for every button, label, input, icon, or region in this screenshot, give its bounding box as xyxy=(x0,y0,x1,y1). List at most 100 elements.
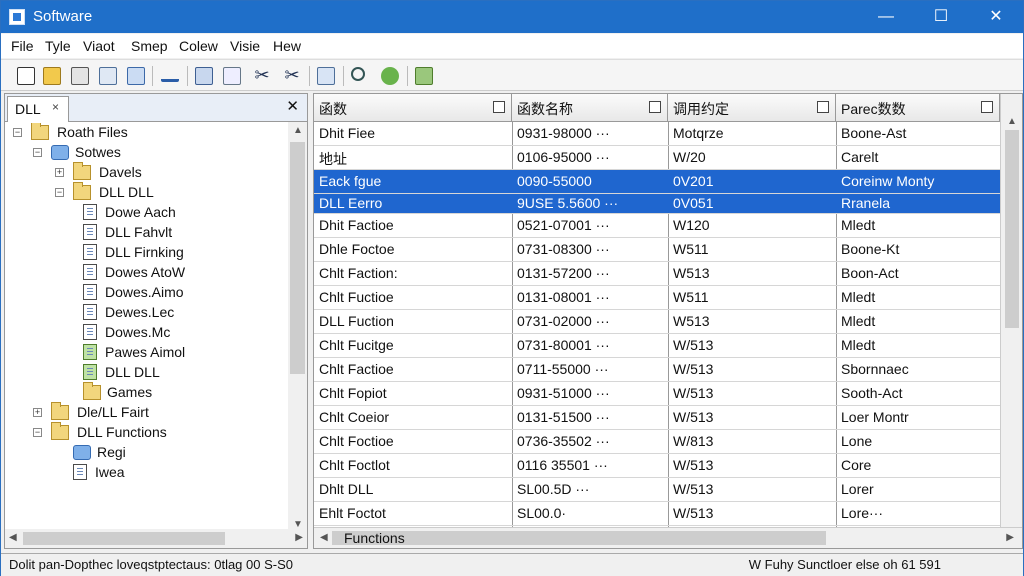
save-icon[interactable] xyxy=(71,67,89,85)
column-menu-icon[interactable] xyxy=(493,101,505,113)
tab-strip: DLL × ✕ xyxy=(5,94,307,122)
menu-visie[interactable]: Visie xyxy=(230,38,260,54)
table-cell: Lorer xyxy=(841,481,874,497)
file-tree[interactable]: − Roath Files − Sotwes + Davels − DLL DLL Do… xyxy=(5,123,288,531)
scroll-thumb[interactable] xyxy=(290,142,305,374)
scroll-left-icon[interactable]: ◀ xyxy=(9,532,17,543)
menu-tyle[interactable]: Tyle xyxy=(45,38,71,54)
open-folder-icon[interactable] xyxy=(43,67,61,85)
column-header-function-name[interactable]: 函数名称 xyxy=(512,94,668,122)
table-row[interactable]: 地址 0106-95000 ··· W/20 Carelt xyxy=(314,146,1000,170)
scroll-left-icon[interactable]: ◀ xyxy=(320,532,328,543)
table-cell: W/813 xyxy=(673,433,714,449)
monitor-icon[interactable] xyxy=(195,67,213,85)
document-icon[interactable] xyxy=(127,67,145,85)
menu-hew[interactable]: Hew xyxy=(273,38,301,54)
column-menu-icon[interactable] xyxy=(981,101,993,113)
expander-icon[interactable]: − xyxy=(55,188,64,197)
table-vertical-scrollbar[interactable]: ▲ xyxy=(1000,94,1022,528)
tree-horizontal-scrollbar[interactable]: ◀ ▶ xyxy=(5,529,307,548)
table-row[interactable]: Dhit Fiee 0931-98000 ··· Motqrze Boone-Ast xyxy=(314,122,1000,146)
tree-vertical-scrollbar[interactable]: ▲ ▼ xyxy=(288,122,307,532)
scroll-up-icon[interactable]: ▲ xyxy=(293,125,303,136)
search-icon[interactable] xyxy=(351,67,365,81)
menu-smep[interactable]: Smep xyxy=(131,38,168,54)
tree-node-label: Dewes.Lec xyxy=(105,304,175,320)
pane-close-icon[interactable]: ✕ xyxy=(286,97,299,115)
refresh-icon[interactable] xyxy=(381,67,399,85)
table-cell: 0931-51000 ··· xyxy=(517,385,610,401)
maximize-button[interactable]: ☐ xyxy=(918,1,964,33)
tree-node-label: Dowes.Mc xyxy=(105,324,171,340)
expander-icon[interactable]: − xyxy=(13,128,22,137)
table-row[interactable]: Chlt Faction: 0131-57200 ··· W513 Boon-Act xyxy=(314,262,1000,286)
table-cell: Rranela xyxy=(841,195,891,211)
table-cell: W513 xyxy=(673,265,710,281)
properties-icon[interactable] xyxy=(99,67,117,85)
column-header-calling-convention[interactable]: 调用约定 xyxy=(668,94,836,122)
table-cell: W/513 xyxy=(673,505,714,521)
table-row[interactable]: DLL Fuction 0731-02000 ··· W513 Mledt xyxy=(314,310,1000,334)
chart-icon[interactable] xyxy=(161,67,179,82)
functions-table[interactable]: 函数 函数名称 调用约定 Parec数数 Dhit Fiee 0931-98000… xyxy=(314,94,1000,528)
table-row[interactable]: Chlt Fucitge 0731-80001 ··· W/513 Mledt xyxy=(314,334,1000,358)
table-row[interactable]: Chlt Foctlot 0116 35501 ··· W/513 Core xyxy=(314,454,1000,478)
table-row[interactable]: Dhlt DLL SL00.5D ··· W/513 Lorer xyxy=(314,478,1000,502)
tree-node-label: DLL Fahvlt xyxy=(105,224,173,240)
new-document-icon[interactable] xyxy=(17,67,35,85)
table-row[interactable]: Chlt Fopiot 0931-51000 ··· W/513 Sooth-Act xyxy=(314,382,1000,406)
table-row[interactable]: Dhit Factioe 0521-07001 ··· W120 Mledt xyxy=(314,214,1000,238)
graph-icon[interactable] xyxy=(223,67,241,85)
menu-file[interactable]: File xyxy=(11,38,34,54)
title-bar[interactable]: Software — ☐ ✕ xyxy=(1,1,1023,33)
table-cell: Dhle Foctoe xyxy=(319,241,395,257)
close-button[interactable]: ✕ xyxy=(973,1,1019,33)
scroll-right-icon[interactable]: ▶ xyxy=(295,532,303,543)
table-cell: 0711-55000 ··· xyxy=(517,361,609,377)
column-menu-icon[interactable] xyxy=(649,101,661,113)
table-cell: Chlt Fucitge xyxy=(319,337,394,353)
tab-dll[interactable]: DLL × xyxy=(7,96,69,122)
table-row[interactable]: Dhle Foctoe 0731-08300 ··· W511 Boone-Kt xyxy=(314,238,1000,262)
document-icon xyxy=(83,244,97,260)
table-row[interactable]: DLL Eerro 9USE 5.5600 ··· 0V051 Rranela xyxy=(314,194,1000,214)
column-header-function[interactable]: 函数 xyxy=(314,94,512,122)
expander-icon[interactable]: − xyxy=(33,428,42,437)
table-horizontal-scrollbar[interactable]: ◀ Functions ▶ xyxy=(314,527,1022,548)
column-menu-icon[interactable] xyxy=(817,101,829,113)
table-row[interactable]: Chlt Foctioe 0736-35502 ··· W/813 Lone xyxy=(314,430,1000,454)
column-title: 函数 xyxy=(319,101,347,117)
scroll-thumb[interactable] xyxy=(23,532,225,545)
table-row[interactable]: Eack fgue 0090-55000 0V201 Coreinw Monty xyxy=(314,170,1000,194)
table-row[interactable]: Chlt Coeior 0131-51500 ··· W/513 Loer Montr xyxy=(314,406,1000,430)
table-cell: Motqrze xyxy=(673,125,724,141)
table-cell: Sooth-Act xyxy=(841,385,903,401)
minimize-button[interactable]: — xyxy=(863,1,909,33)
expander-icon[interactable]: + xyxy=(33,408,42,417)
scroll-right-icon[interactable]: ▶ xyxy=(1006,532,1014,543)
table-row[interactable]: Ehlt Foctot SL00.0· W/513 Lore··· xyxy=(314,502,1000,526)
column-header-parameters[interactable]: Parec数数 xyxy=(836,94,1000,122)
table-cell: Boone-Ast xyxy=(841,125,907,141)
scroll-up-icon[interactable]: ▲ xyxy=(1007,116,1017,127)
table-row[interactable]: Chlt Fuctioe 0131-08001 ··· W511 Mledt xyxy=(314,286,1000,310)
cut-icon[interactable]: ✂ xyxy=(253,66,271,85)
table-cell: Dhit Factioe xyxy=(319,217,394,233)
expander-icon[interactable]: − xyxy=(33,148,42,157)
table-cell: 0V201 xyxy=(673,173,714,189)
table-cell: W/20 xyxy=(673,149,706,165)
document-icon xyxy=(83,284,97,300)
table-row[interactable]: Chlt Factioe 0711-55000 ··· W/513 Sbornnaec xyxy=(314,358,1000,382)
tree-node-label: Roath Files xyxy=(57,124,128,140)
export-icon[interactable] xyxy=(317,67,335,85)
scroll-thumb[interactable] xyxy=(332,531,826,545)
filter-icon[interactable] xyxy=(415,67,433,85)
menu-viaot[interactable]: Viaot xyxy=(83,38,115,54)
table-cell: DLL Fuction xyxy=(319,313,394,329)
tab-close-icon[interactable]: × xyxy=(52,100,59,114)
menu-colew[interactable]: Colew xyxy=(179,38,218,54)
scissors-icon[interactable]: ✂ xyxy=(283,66,301,85)
expander-icon[interactable]: + xyxy=(55,168,64,177)
scroll-thumb[interactable] xyxy=(1005,130,1019,328)
tree-node-label: Regi xyxy=(97,444,126,460)
